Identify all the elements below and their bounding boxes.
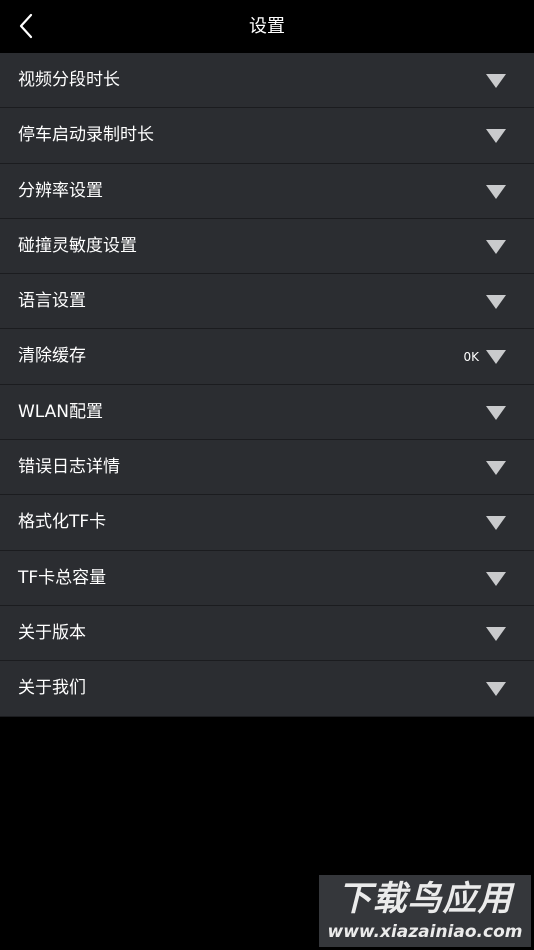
settings-item-label: 分辨率设置: [18, 180, 103, 201]
cache-size-value: 0K: [463, 350, 479, 365]
settings-item-label: 语言设置: [18, 291, 86, 312]
settings-item-label: 关于版本: [18, 622, 86, 643]
watermark-title: 下载鸟应用: [337, 879, 513, 919]
triangle-down-icon: [486, 74, 506, 88]
triangle-down-icon: [486, 184, 506, 199]
settings-item-label: TF卡总容量: [18, 567, 107, 588]
settings-item-format-tf-card[interactable]: 格式化TF卡: [0, 495, 534, 551]
settings-item-about-us[interactable]: 关于我们: [0, 661, 534, 717]
settings-item-language[interactable]: 语言设置: [0, 274, 534, 330]
settings-item-parking-record-duration[interactable]: 停车启动录制时长: [0, 108, 534, 164]
triangle-down-icon: [486, 516, 506, 531]
settings-item-label: 错误日志详情: [18, 457, 120, 478]
triangle-down-icon: [486, 129, 506, 144]
settings-item-label: 格式化TF卡: [18, 512, 107, 533]
settings-item-label: WLAN配置: [18, 401, 104, 422]
triangle-down-icon: [486, 682, 506, 697]
settings-item-tf-card-capacity[interactable]: TF卡总容量: [0, 550, 534, 606]
triangle-down-icon: [486, 295, 506, 310]
settings-item-about-version[interactable]: 关于版本: [0, 605, 534, 662]
settings-item-video-segment-duration[interactable]: 视频分段时长: [0, 53, 534, 109]
triangle-down-icon: [486, 461, 506, 476]
settings-list: 视频分段时长 停车启动录制时长 分辨率设置 碰撞灵敏度设置 语言设置 清除缓存 …: [0, 53, 534, 717]
settings-item-label: 停车启动录制时长: [18, 125, 154, 146]
settings-item-label: 关于我们: [18, 678, 86, 699]
settings-item-collision-sensitivity[interactable]: 碰撞灵敏度设置: [0, 218, 534, 275]
settings-item-resolution[interactable]: 分辨率设置: [0, 163, 534, 219]
settings-item-label: 清除缓存: [18, 346, 86, 367]
triangle-down-icon: [486, 239, 506, 254]
settings-item-clear-cache[interactable]: 清除缓存 0K: [0, 329, 534, 385]
watermark: 下载鸟应用 www.xiazainiao.com: [319, 875, 531, 947]
settings-item-label: 视频分段时长: [18, 70, 120, 90]
settings-screen: 设置 视频分段时长 停车启动录制时长 分辨率设置 碰撞灵敏度设置 语言设置 清除…: [0, 0, 534, 950]
page-title: 设置: [249, 16, 285, 37]
top-bar: 设置: [0, 0, 534, 53]
triangle-down-icon: [486, 626, 506, 641]
triangle-down-icon: [486, 571, 506, 586]
triangle-down-icon: [486, 405, 506, 420]
settings-item-label: 碰撞灵敏度设置: [18, 235, 137, 256]
settings-item-error-log[interactable]: 错误日志详情: [0, 440, 534, 496]
watermark-url: www.xiazainiao.com: [327, 922, 523, 942]
settings-item-wlan[interactable]: WLAN配置: [0, 384, 534, 441]
triangle-down-icon: [486, 350, 506, 365]
